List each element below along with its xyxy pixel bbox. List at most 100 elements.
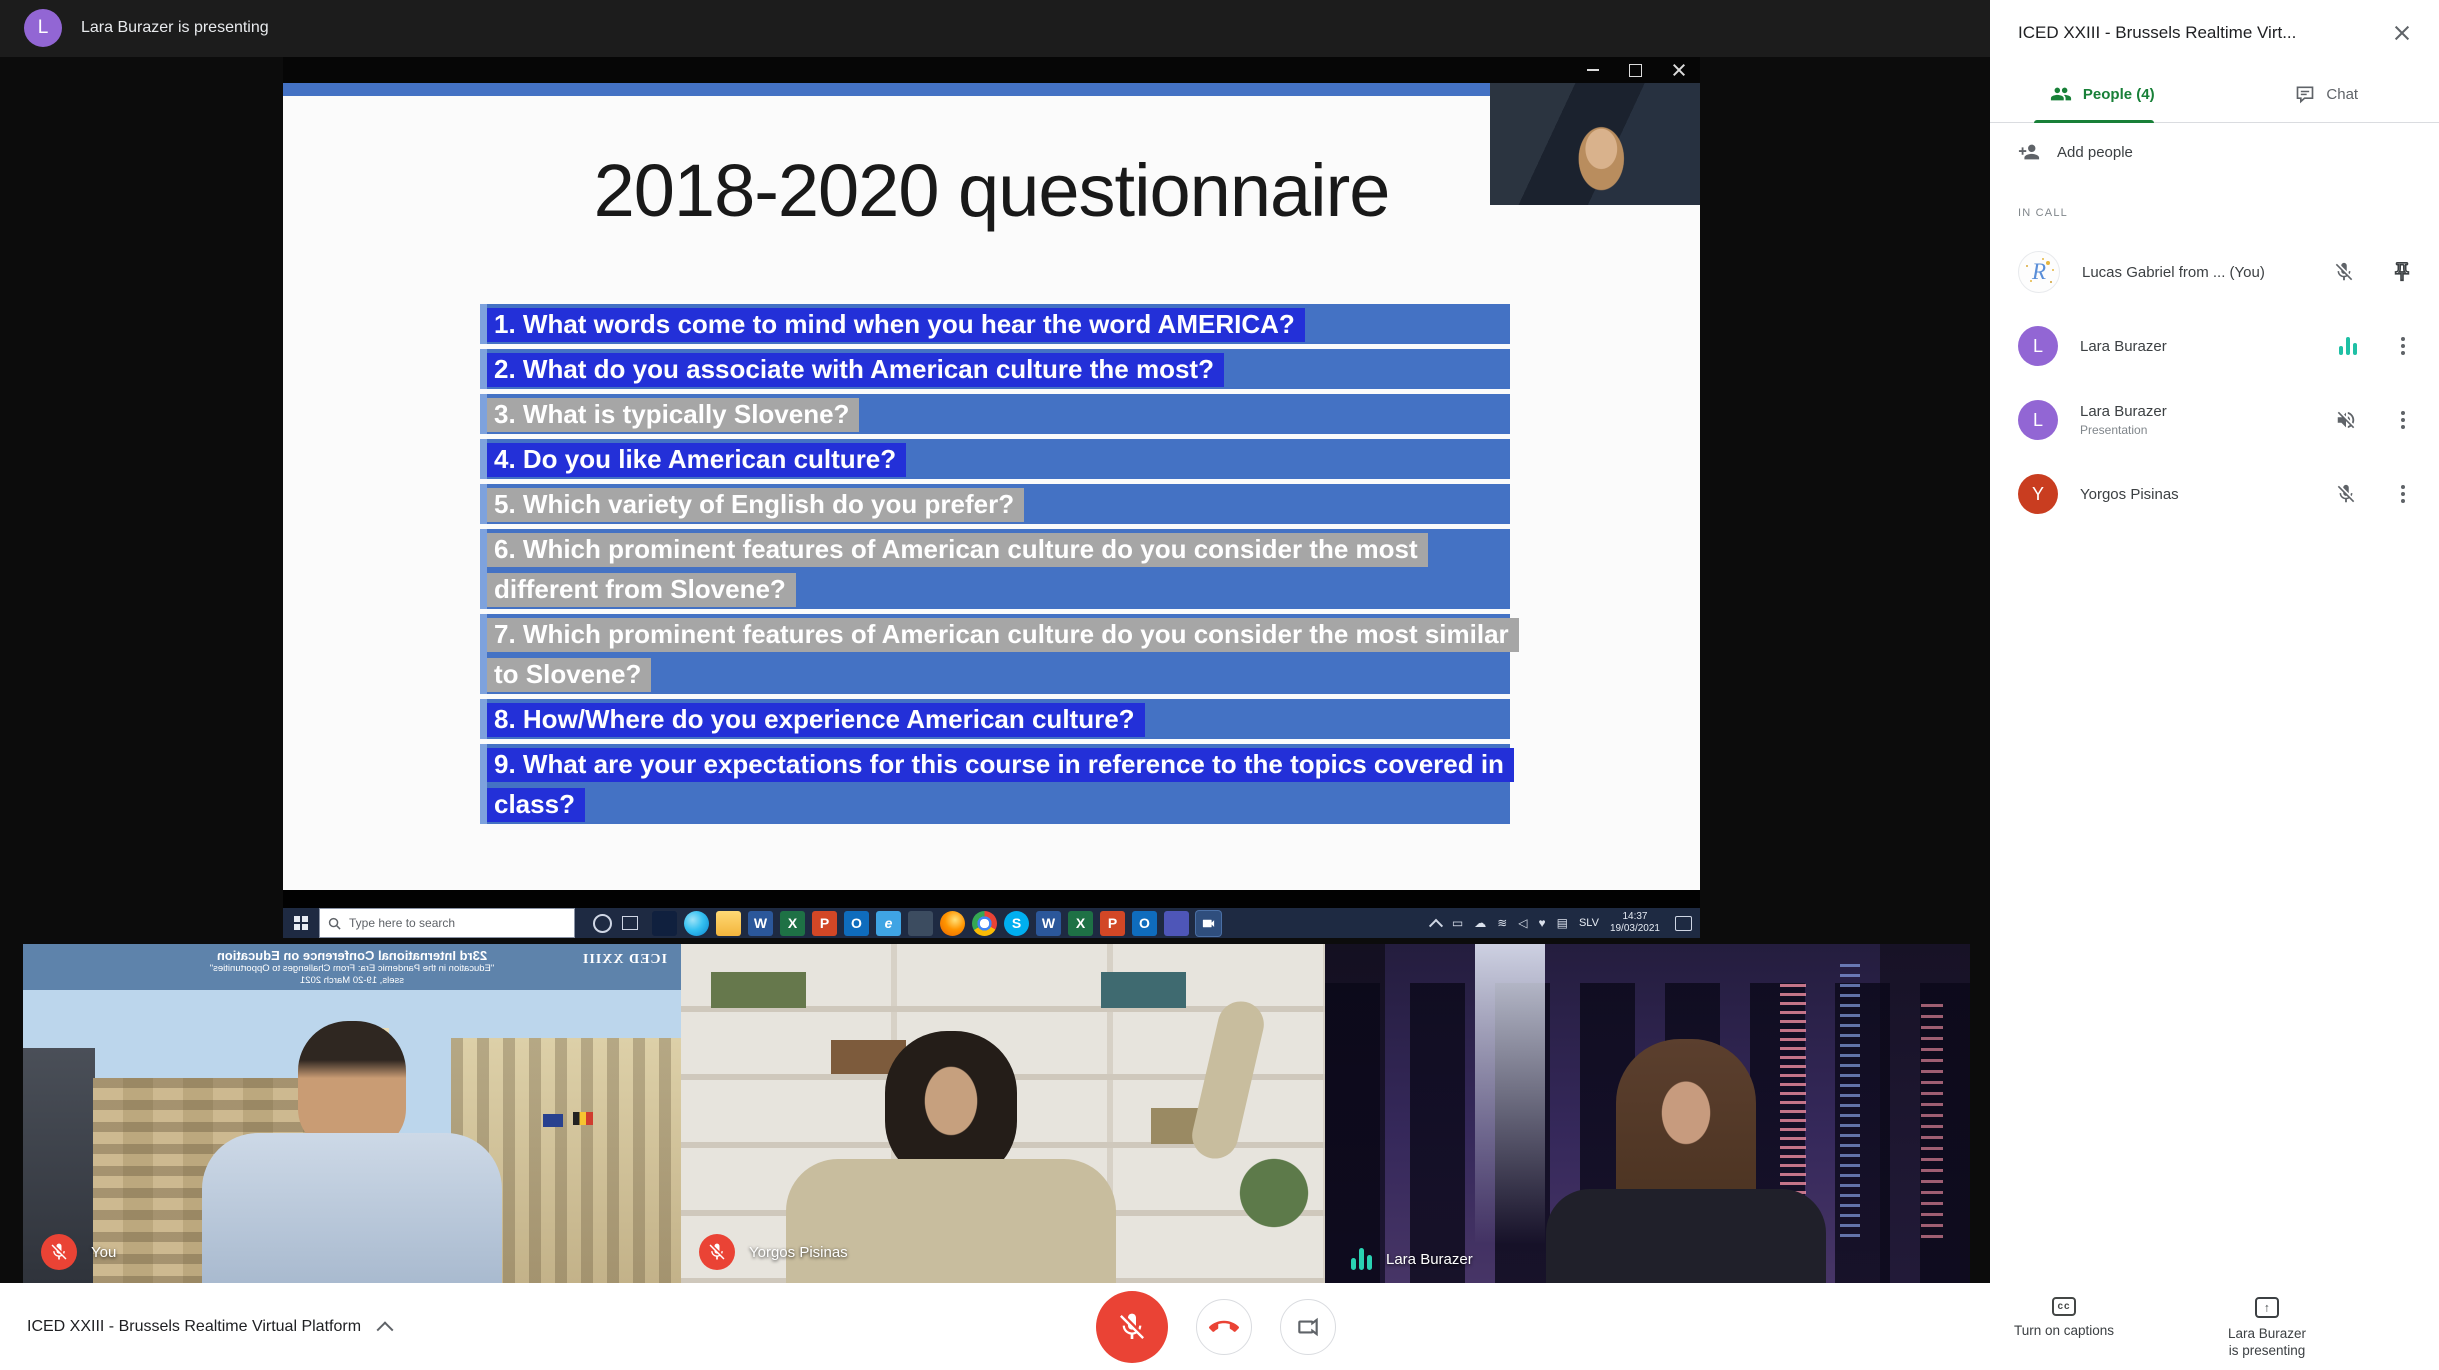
tray-time: 14:37 [1622,911,1648,922]
camera-button[interactable] [1280,1298,1336,1355]
skype-icon: S [1004,910,1029,936]
captions-label: Turn on captions [2013,1323,2115,1338]
person-add-icon [2018,144,2040,160]
banner-line: ssels, 19-20 March 2021 [299,974,405,986]
tray-app-icon [1452,917,1463,929]
participant-row[interactable]: L Lara Burazer Presentation [1990,383,2439,457]
tab-people[interactable]: People (4) [1990,66,2215,122]
active-app-icon [1196,910,1221,936]
avatar: Y [2018,474,2058,514]
panel-tabs: People (4) Chat [1990,66,2439,123]
mic-off-icon[interactable] [2333,261,2355,283]
question-text: 1. What words come to mind when you hear… [487,308,1305,342]
outlook-icon: O [1132,910,1157,936]
banner-line: 23rd International Conference on Educati… [216,947,488,963]
teams-icon [1164,910,1189,936]
presenting-line1: Lara Burazer [2227,1326,2307,1341]
pin-icon[interactable] [2391,261,2413,283]
firefox-icon [940,910,965,936]
mic-off-icon[interactable] [2335,483,2357,505]
question-text: 6. Which prominent features of American … [487,533,1428,607]
question-row: 3. What is typically Slovene? [480,394,1510,434]
more-options-icon[interactable] [2401,492,2405,496]
question-text: 8. How/Where do you experience American … [487,703,1145,737]
tray-heart-icon [1538,917,1545,929]
captions-button[interactable]: Turn on captions [1989,1297,2139,1338]
question-row: 4. Do you like American culture? [480,439,1510,479]
presenting-button[interactable]: Lara Burazer is presenting [2192,1297,2342,1359]
presenter-avatar: L [24,9,62,47]
video-tile-yorgos[interactable]: Yorgos Pisinas [681,944,1325,1283]
avatar: R [2018,251,2060,293]
question-text: 3. What is typically Slovene? [487,398,860,432]
question-list: 1. What words come to mind when you hear… [480,304,1519,824]
hang-up-button[interactable] [1196,1298,1252,1355]
participant-info: Lara Burazer [2080,338,2339,355]
participant-info: Yorgos Pisinas [2080,486,2335,503]
muted-indicator [41,1234,77,1270]
action-center-icon [1675,915,1692,931]
question-text: 4. Do you like American culture? [487,443,907,477]
top-status-band [0,0,1990,57]
tile-name-badge: Lara Burazer [1343,1248,1473,1270]
participant-name: Lara Burazer [2080,337,2167,355]
keyboard-icon [1557,917,1568,929]
muted-indicator [699,1234,735,1270]
outlook-icon: O [844,910,869,936]
question-row: 5. Which variety of English do you prefe… [480,484,1510,524]
video-tile-you[interactable]: ICED XXIII 23rd International Conference… [23,944,681,1283]
participant-row[interactable]: Y Yorgos Pisinas [1990,457,2439,531]
cortana-icon [593,913,612,933]
close-panel-button[interactable] [2387,18,2417,48]
edge-icon [684,910,709,936]
file-explorer-icon [716,910,741,936]
participant-row[interactable]: R Lucas Gabriel from ... (You) [1990,235,2439,309]
word-icon: W [1036,910,1061,936]
minimize-icon [1587,69,1599,71]
mirrored-banner-content: ICED XXIII 23rd International Conference… [23,944,681,990]
chrome-icon [972,910,997,936]
task-view-icon [622,916,638,930]
desktop-gap [283,890,1700,908]
videocam-icon [1202,919,1215,927]
presentation-share-tile[interactable]: 2018-2020 questionnaire 1. What words co… [283,57,1700,938]
videocam-icon [1298,1317,1318,1336]
more-options-icon[interactable] [2401,418,2405,422]
meeting-title-toggle[interactable]: ICED XXIII - Brussels Realtime Virtual P… [27,1283,394,1370]
stage: L Lara Burazer is presenting 2018-2020 q… [0,0,1990,1283]
mute-button[interactable] [1096,1290,1168,1363]
participant-name: Yorgos Pisinas [2080,485,2179,503]
call-end-icon [1209,1320,1239,1332]
meeting-title-label: ICED XXIII - Brussels Realtime Virtual P… [27,1317,362,1335]
iced-logo: ICED XXIII [581,952,667,967]
slide-accent-stripe [283,83,1700,96]
volume-off-icon[interactable] [2335,409,2357,431]
internet-explorer-icon: e [876,910,901,936]
presenter-webcam-overlay [1490,83,1700,205]
question-text: 9. What are your expectations for this c… [487,748,1514,822]
chat-icon [2297,86,2314,104]
store-icon [652,910,677,936]
system-tray: SLV 14:37 19/03/2021 [1428,911,1700,935]
slide-title: 2018-2020 questionnaire [593,149,1391,232]
presenting-label: Lara Burazer is presenting [2228,1325,2306,1359]
participant-info: Lara Burazer Presentation [2080,403,2335,437]
video-tile-lara[interactable]: Lara Burazer [1325,944,1970,1283]
presentation-slide: 2018-2020 questionnaire 1. What words co… [283,96,1700,890]
tile-name-badge: Yorgos Pisinas [699,1234,848,1270]
question-text: 5. Which variety of English do you prefe… [487,488,1025,522]
presenting-line2: is presenting [2228,1343,2306,1358]
participant-row[interactable]: L Lara Burazer [1990,309,2439,383]
add-people-button[interactable]: Add people [1990,123,2439,181]
in-call-section-label: IN CALL [2018,207,2068,219]
windows-start-icon [283,908,319,938]
tab-chat[interactable]: Chat [2215,66,2439,122]
more-options-icon[interactable] [2401,344,2405,348]
onedrive-icon [1474,917,1486,929]
restore-icon [1629,63,1642,77]
participant-name: Lucas Gabriel from ... (You) [2082,263,2265,281]
shared-window-controls [1587,60,1686,80]
participant-actions [2335,409,2413,431]
volume-icon [1518,917,1527,929]
side-panel-header: ICED XXIII - Brussels Realtime Virt... [1990,0,2439,66]
